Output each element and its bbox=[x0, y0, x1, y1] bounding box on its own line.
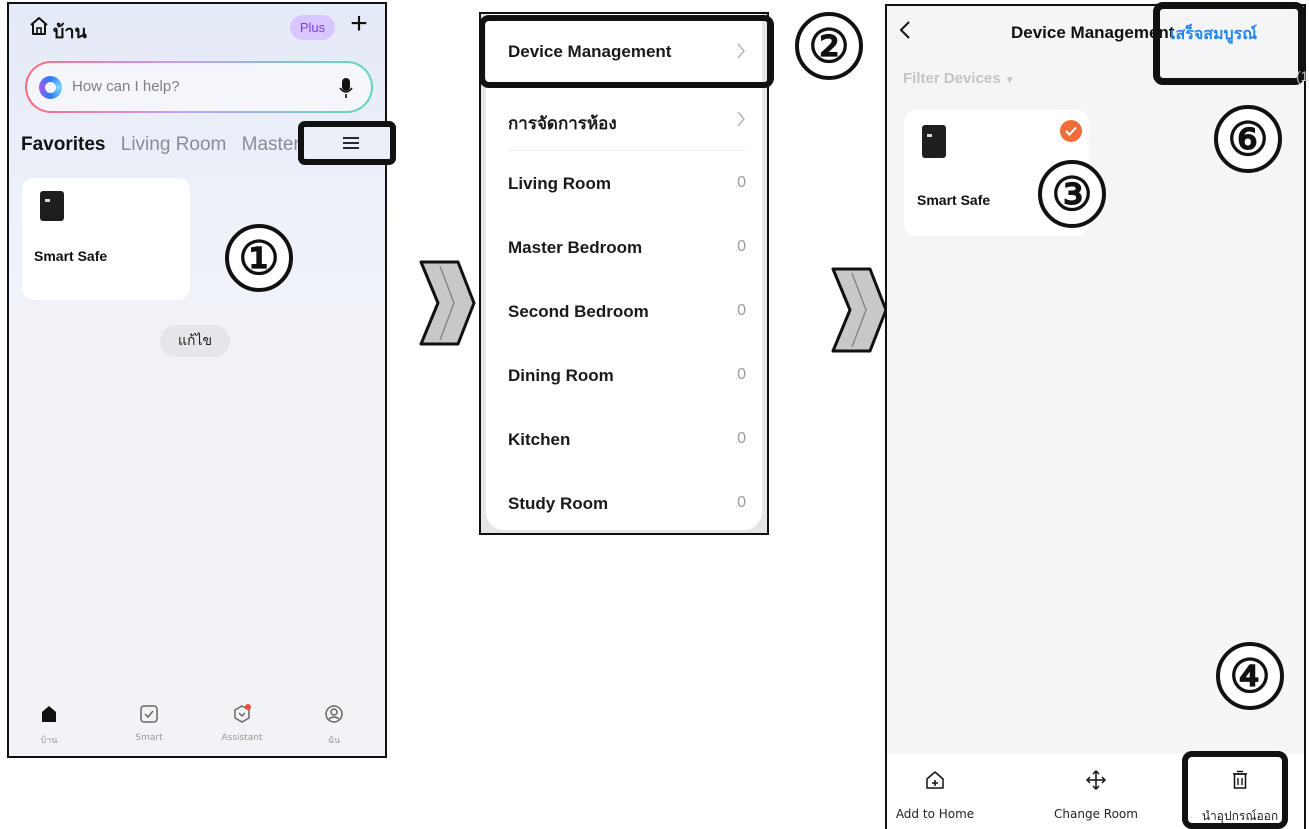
home-header: บ้าน Plus + bbox=[9, 4, 385, 48]
chevron-right-icon bbox=[737, 111, 745, 127]
move-icon bbox=[1086, 770, 1106, 790]
add-icon[interactable]: + bbox=[344, 9, 374, 40]
home-icon bbox=[42, 706, 56, 722]
filter-label: Filter Devices bbox=[903, 70, 1001, 87]
action-label: Add to Home bbox=[895, 807, 975, 821]
room-device-count: 0 bbox=[737, 366, 746, 383]
device-count: (1) bbox=[1296, 68, 1309, 84]
menu-item-label: การจัดการห้อง bbox=[508, 114, 617, 134]
room-row-master-bedroom[interactable]: Master Bedroom 0 bbox=[508, 227, 746, 267]
highlight-remove-device bbox=[1182, 751, 1288, 829]
selected-check-icon[interactable] bbox=[1060, 120, 1082, 142]
filter-devices-dropdown[interactable]: Filter Devices ▼ bbox=[903, 70, 1015, 87]
room-row-kitchen[interactable]: Kitchen 0 bbox=[508, 419, 746, 459]
room-row-second-bedroom[interactable]: Second Bedroom 0 bbox=[508, 291, 746, 331]
nav-label: Assistant bbox=[221, 733, 263, 743]
home-screen-panel: บ้าน Plus + How can I help? Favorites Li… bbox=[7, 2, 387, 758]
profile-icon bbox=[325, 705, 343, 723]
safe-device-icon bbox=[922, 125, 946, 158]
change-room-button[interactable]: Change Room bbox=[1036, 770, 1156, 821]
nav-item-me[interactable]: ฉัน bbox=[299, 704, 369, 747]
room-menu-button[interactable] bbox=[298, 121, 396, 165]
device-name: Smart Safe bbox=[917, 192, 991, 208]
tab-living-room[interactable]: Living Room bbox=[121, 134, 227, 156]
assistant-orb-icon bbox=[39, 76, 62, 99]
arrow-right-icon bbox=[831, 267, 888, 353]
room-name: Study Room bbox=[508, 494, 609, 513]
step-marker-4: ④ bbox=[1216, 642, 1284, 710]
safe-device-icon bbox=[40, 191, 64, 221]
room-name: Second Bedroom bbox=[508, 302, 649, 321]
highlight-device-management bbox=[479, 15, 774, 88]
back-icon[interactable] bbox=[899, 20, 911, 40]
action-label: Change Room bbox=[1054, 807, 1138, 821]
room-device-count: 0 bbox=[737, 174, 746, 191]
nav-item-assistant[interactable]: Assistant bbox=[207, 704, 277, 743]
nav-item-smart[interactable]: Smart bbox=[114, 704, 184, 743]
room-name: Living Room bbox=[508, 174, 611, 193]
home-name[interactable]: บ้าน bbox=[53, 17, 87, 46]
step-marker-1: ① bbox=[225, 224, 293, 292]
checkbox-icon bbox=[140, 705, 158, 723]
room-device-count: 0 bbox=[737, 302, 746, 319]
step-marker-3: ③ bbox=[1038, 160, 1106, 228]
arrow-right-icon bbox=[419, 260, 476, 346]
nav-label: ฉัน bbox=[327, 736, 341, 746]
nav-label: Smart bbox=[135, 733, 163, 743]
room-device-count: 0 bbox=[737, 238, 746, 255]
add-home-icon bbox=[926, 771, 944, 789]
caret-down-icon: ▼ bbox=[1004, 75, 1015, 86]
assistant-icon bbox=[234, 704, 251, 723]
menu-icon bbox=[343, 137, 359, 149]
room-row-dining-room[interactable]: Dining Room 0 bbox=[508, 355, 746, 395]
room-name: Kitchen bbox=[508, 430, 571, 449]
home-icon bbox=[30, 17, 48, 35]
device-card-smart-safe[interactable]: Smart Safe bbox=[22, 178, 190, 300]
room-device-count: 0 bbox=[737, 430, 746, 447]
step-marker-6: ⑥ bbox=[1214, 105, 1282, 173]
nav-label: บ้าน bbox=[40, 736, 58, 746]
search-placeholder: How can I help? bbox=[72, 78, 180, 95]
device-name: Smart Safe bbox=[34, 248, 108, 264]
highlight-done bbox=[1153, 2, 1305, 85]
room-name: Master Bedroom bbox=[508, 238, 643, 257]
page-title: Device Management bbox=[1011, 23, 1175, 42]
bottom-nav: บ้าน Smart Assistant ฉัน bbox=[9, 692, 385, 756]
room-row-living-room[interactable]: Living Room 0 bbox=[508, 163, 746, 203]
edit-button[interactable]: แก้ไข bbox=[160, 325, 230, 357]
tab-favorites[interactable]: Favorites bbox=[21, 134, 105, 156]
microphone-icon[interactable] bbox=[339, 76, 353, 100]
nav-item-home[interactable]: บ้าน bbox=[14, 704, 84, 747]
room-device-count: 0 bbox=[737, 494, 746, 511]
step-marker-2: ② bbox=[795, 12, 863, 80]
assistant-search-bar[interactable]: How can I help? bbox=[25, 61, 373, 113]
divider bbox=[508, 150, 746, 151]
menu-item-room-management[interactable]: การจัดการห้อง bbox=[508, 99, 746, 139]
room-row-study-room[interactable]: Study Room 0 bbox=[508, 483, 746, 523]
plus-badge[interactable]: Plus bbox=[290, 15, 335, 40]
room-name: Dining Room bbox=[508, 366, 614, 385]
add-to-home-button[interactable]: Add to Home bbox=[887, 770, 995, 821]
room-menu-panel: Device Management การจัดการห้อง Living R… bbox=[479, 12, 769, 535]
room-tabs: Favorites Living Room Master Bed bbox=[21, 134, 321, 156]
